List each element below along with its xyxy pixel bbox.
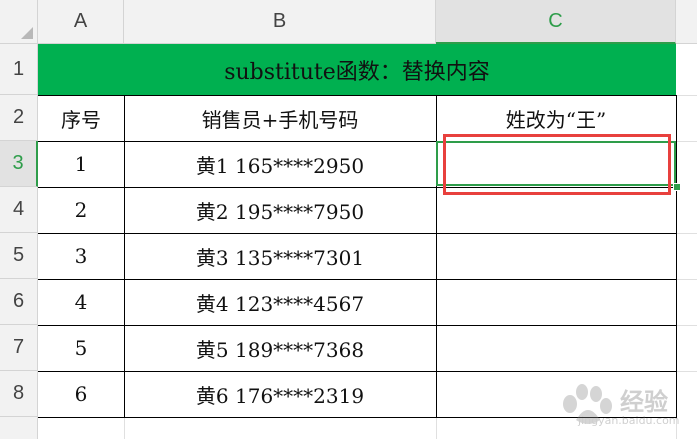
column-header-b[interactable]: B [124, 0, 436, 44]
row-header-8[interactable]: 8 [0, 371, 38, 417]
select-all-triangle-icon [21, 27, 33, 39]
seq-cell[interactable]: 5 [38, 325, 124, 371]
result-cell[interactable] [436, 233, 676, 279]
header-sales-phone-cell[interactable]: 销售员+手机号码 [124, 95, 436, 141]
column-header-a[interactable]: A [38, 0, 124, 44]
gridline [676, 95, 697, 96]
select-all-corner[interactable] [0, 0, 38, 44]
row-header-2[interactable]: 2 [0, 95, 38, 141]
seq-cell[interactable]: 2 [38, 187, 124, 233]
baidu-jingyan-watermark: 经验 jingyan.baidu.com [548, 370, 688, 430]
watermark-url: jingyan.baidu.com [578, 414, 680, 427]
seq-cell[interactable]: 3 [38, 233, 124, 279]
highlight-annotation-box [443, 134, 671, 195]
result-cell[interactable] [436, 325, 676, 371]
fill-handle[interactable] [673, 183, 681, 191]
sales-phone-cell[interactable]: 黄4 123****4567 [124, 279, 436, 325]
row-header-4[interactable]: 4 [0, 187, 38, 233]
spreadsheet: A B C 1 2 3 4 5 6 7 8 substitute函数：替换内容 … [0, 0, 697, 439]
sales-phone-cell[interactable]: 黄1 165****2950 [124, 141, 436, 187]
sales-phone-cell[interactable]: 黄2 195****7950 [124, 187, 436, 233]
table-border [38, 95, 677, 96]
column-header-c[interactable]: C [436, 0, 676, 44]
gridline [436, 417, 437, 439]
seq-cell[interactable]: 6 [38, 371, 124, 417]
title-cell[interactable]: substitute函数：替换内容 [38, 44, 676, 95]
row-header-6[interactable]: 6 [0, 279, 38, 325]
gridline [676, 279, 697, 280]
row-header-5[interactable]: 5 [0, 233, 38, 279]
row-header-7[interactable]: 7 [0, 325, 38, 371]
table-border [124, 95, 125, 417]
gridline [676, 325, 697, 326]
seq-cell[interactable]: 4 [38, 279, 124, 325]
table-border [38, 233, 677, 234]
gridline [676, 141, 697, 142]
gridline [124, 417, 125, 439]
header-seq-cell[interactable]: 序号 [38, 95, 124, 141]
column-header-d[interactable] [676, 0, 697, 44]
row-header-3[interactable]: 3 [0, 141, 38, 187]
sales-phone-cell[interactable]: 黄5 189****7368 [124, 325, 436, 371]
result-cell[interactable] [436, 279, 676, 325]
seq-cell[interactable]: 1 [38, 141, 124, 187]
table-border [38, 325, 677, 326]
sales-phone-cell[interactable]: 黄3 135****7301 [124, 233, 436, 279]
sales-phone-cell[interactable]: 黄6 176****2319 [124, 371, 436, 417]
row-header-9[interactable] [0, 417, 38, 439]
row-header-1[interactable]: 1 [0, 44, 38, 95]
gridline [676, 233, 697, 234]
table-border [38, 279, 677, 280]
watermark-text: 经验 [620, 388, 668, 416]
